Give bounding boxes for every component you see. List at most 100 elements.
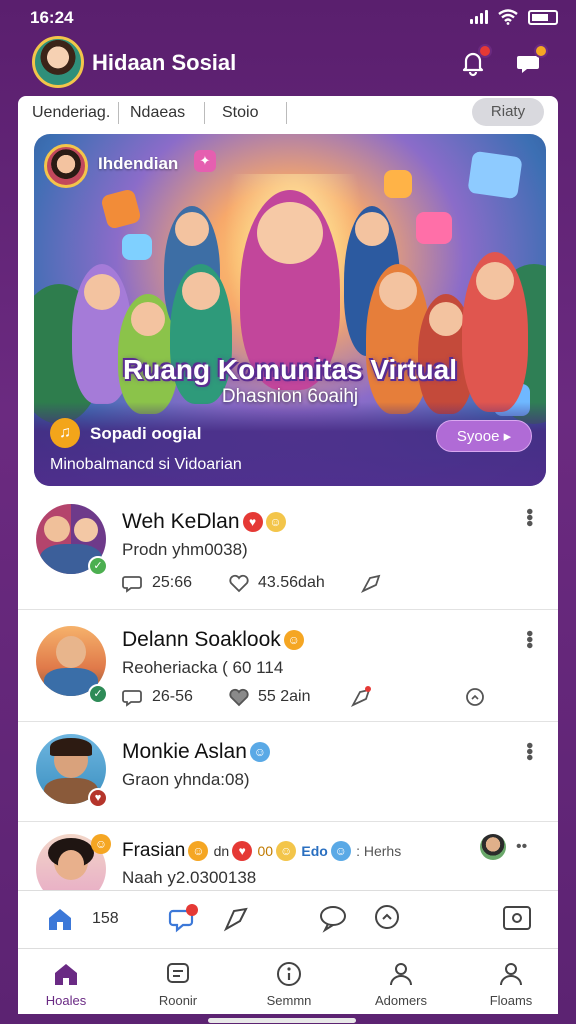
profile-icon (500, 963, 522, 986)
more-options-icon[interactable]: ••• (517, 508, 540, 526)
comment-icon (122, 576, 142, 593)
nav-label: Semmn (266, 993, 312, 1008)
comment-button[interactable]: 25:66 (122, 572, 192, 594)
like-button[interactable]: 55 2ain (228, 686, 311, 708)
heart-emoji-icon: ♥ (232, 840, 253, 861)
game-icon (122, 234, 152, 260)
reply-button[interactable] (464, 686, 486, 708)
laugh-emoji-icon: ☺ (249, 742, 270, 763)
nav-item-home[interactable]: Hoales (21, 961, 111, 1008)
banner-user-name[interactable]: Ihdendian (98, 154, 178, 174)
heart-emoji-icon: ♥ (242, 512, 263, 533)
group-icon: ♫ (50, 418, 80, 448)
banner-description: Minobalmancd si Vidoarian (50, 456, 242, 473)
tab-divider (286, 102, 287, 124)
more-options-icon[interactable]: ••• (517, 630, 540, 648)
community-banner[interactable]: Ihdendian ✦ Ruang Komunitas Virtual Dhas… (34, 134, 546, 486)
more-options-icon[interactable]: ••• (517, 742, 540, 760)
verified-icon: ✓ (88, 556, 108, 576)
nav-label: Adomers (374, 993, 428, 1008)
banner-title: Ruang Komunitas Virtual (123, 354, 457, 385)
comment-action-button[interactable] (318, 903, 348, 938)
emoji-label: Edo (301, 843, 328, 859)
chat-icon (384, 170, 412, 198)
app-title: Hidaan Sosial (92, 50, 237, 75)
post-author-name: Frasian (122, 840, 186, 861)
post-author[interactable]: Monkie Aslan ☺ (122, 740, 270, 764)
app-header: Hidaan Sosial (0, 34, 576, 94)
post-author-name: Weh KeDlan (122, 510, 240, 533)
like-count: 55 2ain (258, 688, 311, 705)
feed-list: Ihdendian ✦ Ruang Komunitas Virtual Dhas… (18, 130, 558, 904)
nav-label: Hoales (45, 993, 87, 1008)
messages-button[interactable] (512, 44, 548, 80)
post-meta: Prodn yhm0038) (122, 540, 248, 559)
home-indicator (208, 1018, 356, 1023)
user-avatar[interactable] (32, 36, 84, 88)
post-item[interactable]: ✓ Delann Soaklook ☺ Reoheriacka ( 60 114 … (18, 610, 558, 722)
mini-avatar[interactable] (480, 834, 506, 860)
post-author-name: Monkie Aslan (122, 740, 247, 763)
nav-item-info[interactable]: Semmn (244, 961, 334, 1008)
more-options-icon[interactable]: •• (516, 838, 527, 856)
tab-pill-button[interactable]: Riaty (472, 98, 544, 126)
post-item[interactable]: ♥ Monkie Aslan ☺ Graon yhnda:08) ••• (18, 722, 558, 822)
post-meta: Graon yhnda:08) (122, 770, 250, 789)
home-action-button[interactable] (46, 905, 74, 938)
feed-tabs: Uenderiag. Ndaeas Stoio Riaty (18, 96, 558, 130)
group-name[interactable]: Sopadi oogial (90, 424, 201, 444)
like-button[interactable]: 43.56dah (228, 572, 325, 594)
nav-item-members[interactable]: Adomers (356, 961, 446, 1008)
post-author[interactable]: Frasian ☺ dn ♥ 00 ☺ Edo ☺ : Herhs (122, 840, 401, 862)
tab-feed[interactable]: Uenderiag. (32, 104, 110, 122)
nav-item-profile[interactable]: Floams (466, 961, 556, 1008)
chat-list-icon (167, 963, 189, 983)
message-icon (416, 212, 452, 244)
smile-emoji-icon: ☺ (188, 840, 209, 861)
emoji-label: dn (213, 843, 230, 859)
home-icon (55, 964, 77, 985)
post-author[interactable]: Weh KeDlan ♥ ☺ (122, 510, 286, 534)
banner-subtitle: Dhasnion 6oaihj (221, 386, 359, 407)
post-meta: Reoheriacka ( 60 114 (122, 658, 284, 677)
message-alert-icon (168, 904, 198, 933)
tab-stoio[interactable]: Stoio (222, 104, 258, 122)
nav-label: Roonir (158, 993, 198, 1008)
share-action-button[interactable] (222, 905, 250, 938)
tab-divider (118, 102, 119, 124)
tab-ndaeas[interactable]: Ndaeas (130, 104, 185, 122)
reply-bubble-icon (466, 688, 484, 706)
paper-plane-icon (223, 907, 248, 932)
like-count: 43.56dah (258, 574, 325, 591)
nav-item-rooms[interactable]: Roonir (133, 961, 223, 1008)
post-item[interactable]: ✓ Weh KeDlan ♥ ☺ Prodn yhm0038) ••• 25:66 … (18, 492, 558, 610)
battery-icon (528, 9, 558, 25)
comment-button[interactable]: 26-56 (122, 686, 193, 708)
share-icon (360, 574, 381, 593)
reply-action-button[interactable] (372, 903, 402, 938)
bottom-nav: Hoales Roonir Semmn Adomers Floams (18, 948, 558, 1014)
verified-icon: ♥ (88, 788, 108, 808)
post-item[interactable]: ☺ Frasian ☺ dn ♥ 00 ☺ Edo ☺ : Herhs •• Naah … (18, 822, 558, 904)
inbox-icon (503, 906, 531, 930)
emoji-label: 00 (257, 843, 274, 859)
notifications-button[interactable] (456, 44, 492, 80)
post-meta: Naah y2.0300138 (122, 868, 257, 887)
reply-bubble-icon (375, 905, 399, 929)
nav-label: Floams (489, 993, 533, 1008)
tab-divider (204, 102, 205, 124)
post-author[interactable]: Delann Soaklook ☺ (122, 628, 304, 652)
share-icon (350, 686, 371, 707)
info-circle-icon (277, 962, 301, 986)
see-button[interactable]: Syooe ▸ (436, 420, 532, 452)
post-tail-text: : Herhs (356, 843, 402, 859)
heart-icon (229, 688, 249, 707)
notifications-action-button[interactable] (168, 903, 200, 940)
share-button[interactable] (350, 686, 372, 708)
heart-icon (229, 574, 249, 593)
share-button[interactable] (360, 572, 382, 594)
smile-emoji-icon: ☺ (283, 630, 304, 651)
comment-icon (122, 690, 142, 707)
banner-user-avatar[interactable] (44, 144, 88, 188)
inbox-action-button[interactable] (502, 905, 532, 936)
